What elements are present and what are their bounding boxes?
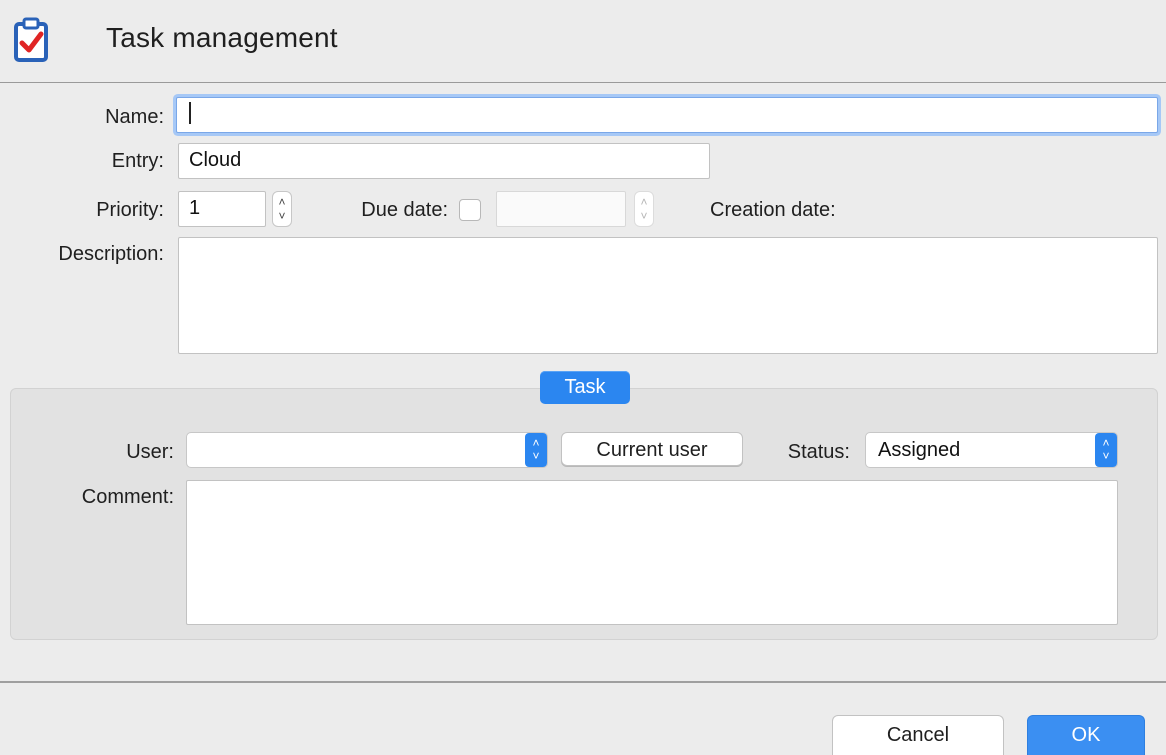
- text-caret: [189, 102, 191, 124]
- priority-value: 1: [189, 197, 201, 219]
- priority-stepper[interactable]: ˄ ˅: [272, 191, 292, 227]
- stepper-up-icon[interactable]: ˄: [635, 195, 653, 209]
- priority-input[interactable]: 1: [178, 191, 266, 227]
- window-title: Task management: [106, 22, 338, 53]
- window-header: Task management: [0, 0, 1166, 83]
- stepper-down-icon[interactable]: ˅: [273, 209, 291, 223]
- creation-date-label: Creation date:: [710, 199, 836, 221]
- entry-label: Entry:: [111, 150, 164, 172]
- status-select-value: Assigned: [878, 439, 961, 461]
- name-input[interactable]: [176, 97, 1158, 133]
- current-user-button[interactable]: Current user: [561, 432, 743, 466]
- name-label: Name:: [105, 106, 164, 128]
- user-label: User:: [126, 441, 174, 463]
- due-date-checkbox[interactable]: [459, 199, 481, 221]
- cancel-button[interactable]: Cancel: [832, 715, 1004, 755]
- stepper-up-icon[interactable]: ˄: [273, 195, 291, 209]
- due-date-label: Due date:: [361, 199, 448, 221]
- comment-textarea[interactable]: [186, 480, 1118, 625]
- footer-divider: [0, 681, 1166, 683]
- clipboard-check-icon: [14, 16, 48, 62]
- chevron-updown-icon[interactable]: ˄ ˅: [1095, 433, 1117, 467]
- description-label: Description:: [58, 243, 164, 265]
- due-date-input[interactable]: [496, 191, 626, 227]
- comment-label: Comment:: [81, 486, 174, 508]
- priority-label: Priority:: [96, 199, 164, 221]
- status-label: Status:: [787, 441, 850, 463]
- ok-button[interactable]: OK: [1027, 715, 1145, 755]
- status-select[interactable]: Assigned ˄ ˅: [865, 432, 1118, 468]
- tab-task[interactable]: Task: [540, 371, 630, 404]
- description-textarea[interactable]: [178, 237, 1158, 354]
- entry-value: Cloud: [189, 149, 242, 171]
- entry-input[interactable]: Cloud: [178, 143, 710, 179]
- user-select[interactable]: ˄ ˅: [186, 432, 548, 468]
- due-date-stepper[interactable]: ˄ ˅: [634, 191, 654, 227]
- chevron-updown-icon[interactable]: ˄ ˅: [525, 433, 547, 467]
- stepper-down-icon[interactable]: ˅: [635, 209, 653, 223]
